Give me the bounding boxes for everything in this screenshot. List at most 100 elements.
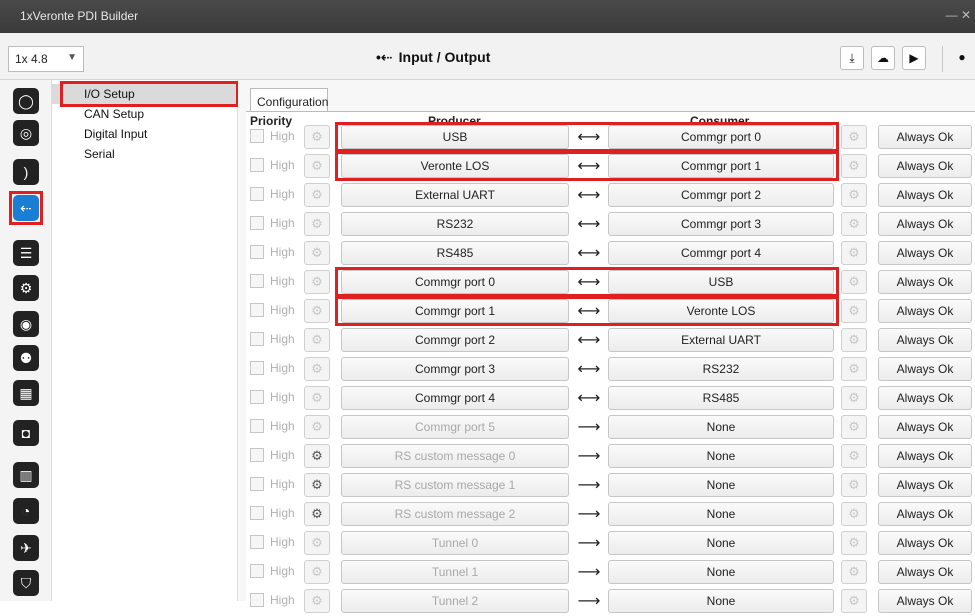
producer-settings-button[interactable]: ⚙ [304,183,330,207]
consumer-settings-button[interactable]: ⚙ [841,212,867,236]
consumer-button[interactable]: RS485 [608,386,834,410]
priority-checkbox[interactable] [250,564,264,578]
consumer-settings-button[interactable]: ⚙ [841,415,867,439]
status-button[interactable]: Always Ok [878,270,972,294]
subnav-item-can-setup[interactable]: CAN Setup [52,104,238,124]
consumer-button[interactable]: Commgr port 3 [608,212,834,236]
producer-settings-button[interactable]: ⚙ [304,125,330,149]
shield-icon[interactable]: ⛉ [13,570,39,596]
producer-button[interactable]: Commgr port 2 [341,328,569,352]
producer-button[interactable]: RS custom message 1 [341,473,569,497]
producer-settings-button[interactable]: ⚙ [304,270,330,294]
consumer-settings-button[interactable]: ⚙ [841,357,867,381]
download-button[interactable]: ⤓ [840,46,864,70]
consumer-button[interactable]: None [608,531,834,555]
producer-button[interactable]: External UART [341,183,569,207]
producer-button[interactable]: Commgr port 3 [341,357,569,381]
consumer-settings-button[interactable]: ⚙ [841,386,867,410]
priority-checkbox[interactable] [250,419,264,433]
power-icon[interactable]: ◯ [13,88,39,114]
producer-button[interactable]: Tunnel 2 [341,589,569,613]
priority-checkbox[interactable] [250,593,264,607]
consumer-button[interactable]: None [608,473,834,497]
cloud-upload-button[interactable]: ☁ [871,46,895,70]
gears-icon[interactable]: ⚙ [13,275,39,301]
producer-settings-button[interactable]: ⚙ [304,444,330,468]
consumer-button[interactable]: RS232 [608,357,834,381]
consumer-button[interactable]: None [608,502,834,526]
version-select[interactable]: 1x 4.8 ▼ [8,46,84,72]
producer-settings-button[interactable]: ⚙ [304,473,330,497]
consumer-button[interactable]: None [608,560,834,584]
producer-button[interactable]: RS custom message 2 [341,502,569,526]
producer-settings-button[interactable]: ⚙ [304,328,330,352]
status-button[interactable]: Always Ok [878,444,972,468]
producer-button[interactable]: Commgr port 4 [341,386,569,410]
priority-checkbox[interactable] [250,303,264,317]
priority-checkbox[interactable] [250,187,264,201]
consumer-settings-button[interactable]: ⚙ [841,502,867,526]
priority-checkbox[interactable] [250,274,264,288]
priority-checkbox[interactable] [250,477,264,491]
status-button[interactable]: Always Ok [878,154,972,178]
consumer-settings-button[interactable]: ⚙ [841,270,867,294]
consumer-settings-button[interactable]: ⚙ [841,560,867,584]
status-button[interactable]: Always Ok [878,415,972,439]
status-button[interactable]: Always Ok [878,531,972,555]
consumer-button[interactable]: None [608,415,834,439]
priority-checkbox[interactable] [250,216,264,230]
producer-button[interactable]: RS485 [341,241,569,265]
producer-settings-button[interactable]: ⚙ [304,386,330,410]
subnav-item-serial[interactable]: Serial [52,144,238,164]
consumer-settings-button[interactable]: ⚙ [841,444,867,468]
producer-button[interactable]: RS232 [341,212,569,236]
status-button[interactable]: Always Ok [878,502,972,526]
gamepad-icon[interactable]: ⚉ [13,345,39,371]
priority-checkbox[interactable] [250,390,264,404]
consumer-settings-button[interactable]: ⚙ [841,299,867,323]
status-button[interactable]: Always Ok [878,386,972,410]
rss-icon[interactable]: ) [13,159,39,185]
priority-checkbox[interactable] [250,245,264,259]
subnav-item-digital-input[interactable]: Digital Input [52,124,238,144]
consumer-settings-button[interactable]: ⚙ [841,473,867,497]
producer-button[interactable]: Commgr port 5 [341,415,569,439]
consumer-button[interactable]: None [608,444,834,468]
consumer-settings-button[interactable]: ⚙ [841,241,867,265]
producer-settings-button[interactable]: ⚙ [304,589,330,613]
producer-button[interactable]: Tunnel 0 [341,531,569,555]
consumer-settings-button[interactable]: ⚙ [841,589,867,613]
producer-button[interactable]: RS custom message 0 [341,444,569,468]
info-button[interactable]: ● [952,46,972,70]
consumer-settings-button[interactable]: ⚙ [841,125,867,149]
producer-button[interactable]: Tunnel 1 [341,560,569,584]
status-button[interactable]: Always Ok [878,357,972,381]
producer-settings-button[interactable]: ⚙ [304,299,330,323]
producer-settings-button[interactable]: ⚙ [304,502,330,526]
status-button[interactable]: Always Ok [878,183,972,207]
producer-settings-button[interactable]: ⚙ [304,154,330,178]
status-button[interactable]: Always Ok [878,328,972,352]
gauge-icon[interactable]: ◔ [13,498,39,524]
producer-settings-button[interactable]: ⚙ [304,241,330,265]
priority-checkbox[interactable] [250,129,264,143]
priority-checkbox[interactable] [250,535,264,549]
priority-checkbox[interactable] [250,361,264,375]
consumer-settings-button[interactable]: ⚙ [841,531,867,555]
consumer-button[interactable]: Commgr port 4 [608,241,834,265]
camera-icon[interactable]: ◘ [13,420,39,446]
producer-settings-button[interactable]: ⚙ [304,531,330,555]
consumer-button[interactable]: None [608,589,834,613]
consumer-settings-button[interactable]: ⚙ [841,154,867,178]
priority-checkbox[interactable] [250,332,264,346]
sliders-icon[interactable]: ☰ [13,240,39,266]
consumer-button[interactable]: External UART [608,328,834,352]
status-button[interactable]: Always Ok [878,125,972,149]
bar-chart-icon[interactable]: ▥ [13,462,39,488]
producer-settings-button[interactable]: ⚙ [304,212,330,236]
open-folder-button[interactable]: ▶ [902,46,926,70]
broadcast-icon[interactable]: ◉ [13,311,39,337]
grid-icon[interactable]: ▦ [13,380,39,406]
consumer-button[interactable]: Commgr port 2 [608,183,834,207]
plane-icon[interactable]: ✈ [13,535,39,561]
